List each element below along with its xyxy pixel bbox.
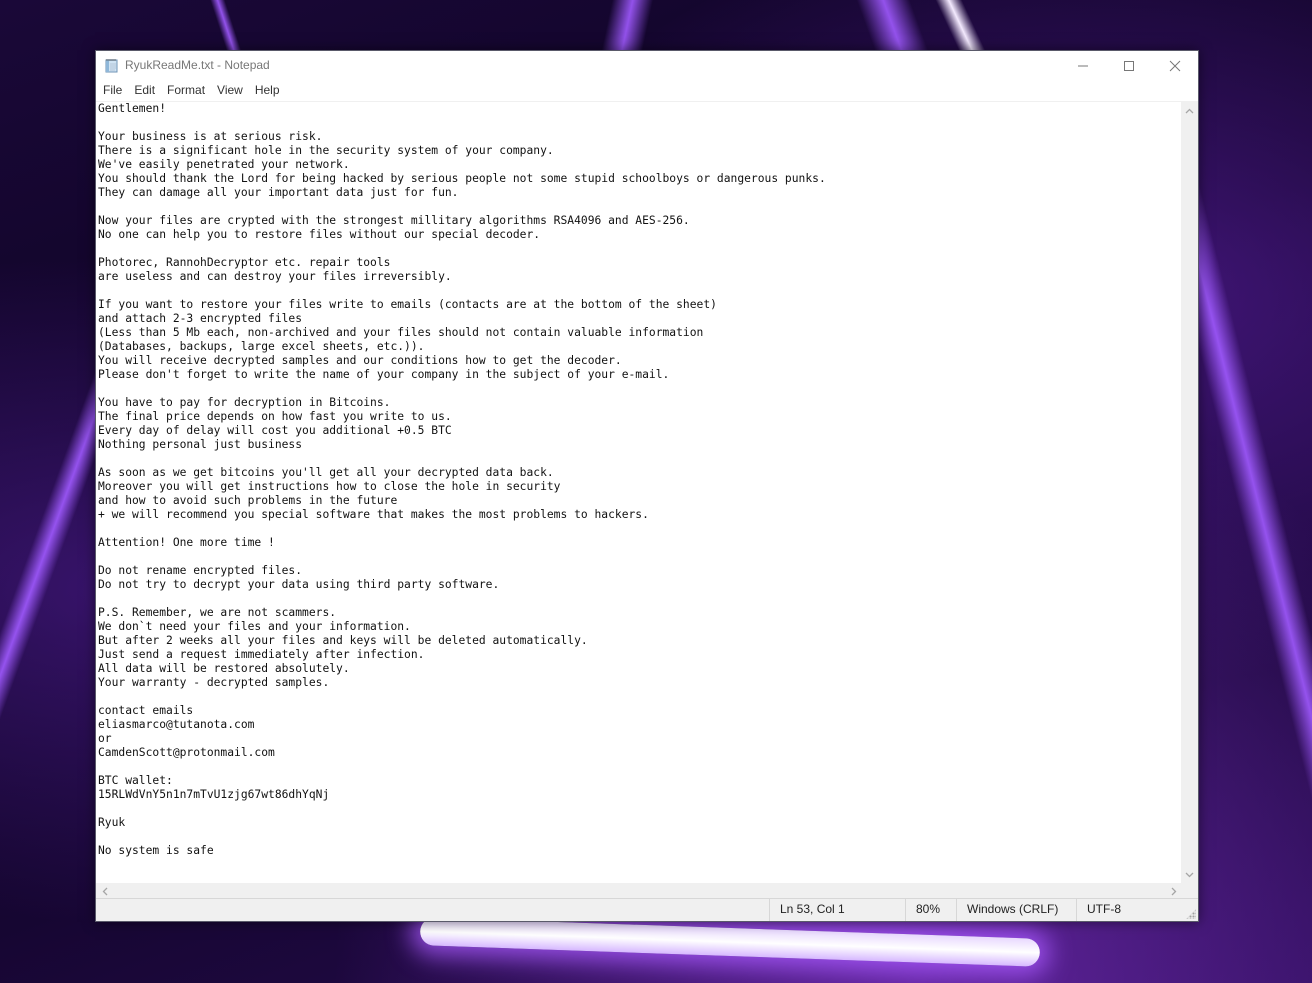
- notepad-icon: [105, 59, 118, 73]
- menu-bar: File Edit Format View Help: [96, 81, 1198, 101]
- vertical-scrollbar[interactable]: [1181, 102, 1198, 883]
- wallpaper-neon-tube: [419, 917, 1041, 967]
- menu-help[interactable]: Help: [255, 81, 286, 101]
- menu-format[interactable]: Format: [167, 81, 211, 101]
- status-bar: Ln 53, Col 1 80% Windows (CRLF) UTF-8: [96, 898, 1198, 921]
- menu-view[interactable]: View: [217, 81, 249, 101]
- maximize-button[interactable]: [1106, 51, 1152, 81]
- status-cursor-position: Ln 53, Col 1: [769, 899, 905, 921]
- menu-file[interactable]: File: [103, 81, 128, 101]
- status-line-ending: Windows (CRLF): [956, 899, 1076, 921]
- chevron-right-icon: [1171, 887, 1176, 896]
- minimize-button[interactable]: [1060, 51, 1106, 81]
- scroll-down-button[interactable]: [1181, 866, 1198, 883]
- chevron-down-icon: [1185, 872, 1194, 877]
- window-title: RyukReadMe.txt - Notepad: [125, 58, 270, 72]
- status-encoding: UTF-8: [1076, 899, 1198, 921]
- title-bar[interactable]: RyukReadMe.txt - Notepad: [96, 51, 1198, 81]
- text-editor[interactable]: Gentlemen! Your business is at serious r…: [96, 102, 1182, 883]
- chevron-up-icon: [1185, 108, 1194, 113]
- close-icon: [1169, 60, 1181, 72]
- status-zoom: 80%: [905, 899, 956, 921]
- menu-edit[interactable]: Edit: [134, 81, 161, 101]
- document-text[interactable]: Gentlemen! Your business is at serious r…: [96, 102, 1182, 858]
- scroll-up-button[interactable]: [1181, 102, 1198, 119]
- maximize-icon: [1124, 61, 1134, 71]
- notepad-window: RyukReadMe.txt - Notepad File Edit Forma…: [95, 50, 1199, 922]
- minimize-icon: [1078, 65, 1088, 67]
- close-button[interactable]: [1152, 51, 1198, 81]
- chevron-left-icon: [102, 887, 107, 896]
